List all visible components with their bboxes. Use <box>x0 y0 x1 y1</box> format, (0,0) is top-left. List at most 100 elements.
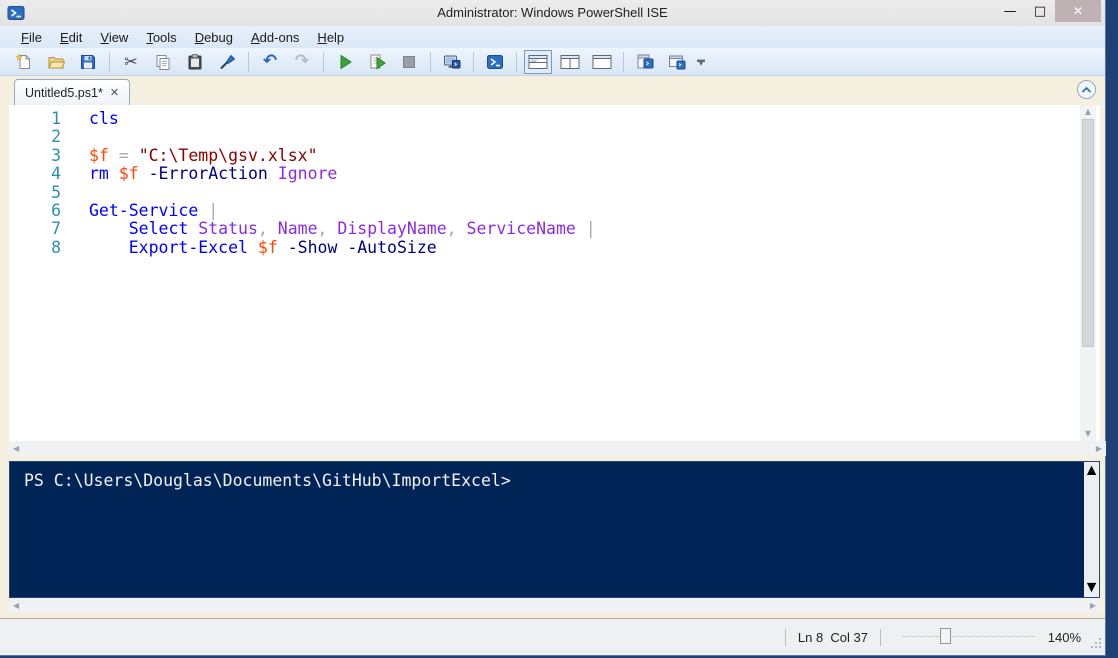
new-powershell-tab-button[interactable] <box>631 50 659 74</box>
line-number: 6 <box>9 202 61 220</box>
powershell-ise-window: Administrator: Windows PowerShell ISE — … <box>0 0 1106 656</box>
clear-console-icon <box>218 53 236 71</box>
stop-operation-button[interactable] <box>395 50 423 74</box>
line-number: 2 <box>9 128 61 146</box>
zoom-level-label: 140% <box>1045 630 1081 645</box>
menu-edit[interactable]: Edit <box>51 28 91 47</box>
toolbar-options-overflow[interactable]: ▬▾ <box>697 58 705 66</box>
toolbar-separator <box>248 52 249 72</box>
console-prompt[interactable]: PS C:\Users\Douglas\Documents\GitHub\Imp… <box>10 462 1099 490</box>
code-line[interactable]: 7 Select Status, Name, DisplayName, Serv… <box>9 220 1100 238</box>
editor-vertical-scrollbar[interactable]: ▲ ▼ <box>1080 105 1096 441</box>
start-powershell-exe-button[interactable] <box>481 50 509 74</box>
code-line[interactable]: 1cls <box>9 110 1100 128</box>
resize-grip-icon[interactable] <box>1090 637 1102 652</box>
code-text: Export-Excel $f -Show -AutoSize <box>89 239 437 257</box>
redo-button[interactable]: ↷ <box>288 50 316 74</box>
show-script-pane-right-button[interactable] <box>556 50 584 74</box>
cut-button[interactable]: ✂ <box>117 50 145 74</box>
title-bar[interactable]: Administrator: Windows PowerShell ISE — … <box>0 0 1105 27</box>
editor-scrollbar-thumb[interactable] <box>1082 119 1094 347</box>
code-line[interactable]: 3 $f = "C:\Temp\gsv.xlsx" <box>9 147 1100 165</box>
collapse-script-pane-button[interactable] <box>1077 80 1096 99</box>
show-command-window-button[interactable] <box>663 50 691 74</box>
console-vertical-scrollbar[interactable]: ▲ ▼ <box>1084 462 1099 597</box>
menu-bar: File Edit View Tools Debug Add-ons Help <box>0 26 1105 48</box>
line-number: 1 <box>9 110 61 128</box>
scroll-down-icon[interactable]: ▼ <box>1085 427 1091 441</box>
zoom-slider-thumb[interactable] <box>940 628 951 644</box>
run-script-button[interactable] <box>331 50 359 74</box>
menu-add-ons[interactable]: Add-ons <box>242 28 308 47</box>
code-line[interactable]: 2 <box>9 128 1100 146</box>
editor-code: 1cls23 $f = "C:\Temp\gsv.xlsx"4rm $f -Err… <box>9 110 1100 257</box>
line-number: 8 <box>9 239 61 257</box>
run-selection-button[interactable] <box>363 50 391 74</box>
script-pane-maximized-icon <box>591 53 613 71</box>
zoom-slider-track[interactable] <box>903 636 1035 637</box>
code-text: $f = "C:\Temp\gsv.xlsx" <box>89 147 318 165</box>
redo-icon: ↷ <box>295 53 309 70</box>
remote-computer-icon <box>443 53 461 71</box>
toolbar: ✂ ↶ ↷ <box>0 48 1105 76</box>
close-button[interactable]: ✕ <box>1055 0 1101 22</box>
code-text: Get-Service | <box>89 202 218 220</box>
new-powershell-tab-icon <box>636 53 654 71</box>
menu-debug[interactable]: Debug <box>186 28 242 47</box>
copy-button[interactable] <box>149 50 177 74</box>
scroll-left-icon[interactable]: ◀ <box>13 599 19 613</box>
clear-console-pane-button[interactable] <box>213 50 241 74</box>
maximize-button[interactable]: □ <box>1025 0 1055 22</box>
console-pane[interactable]: PS C:\Users\Douglas\Documents\GitHub\Imp… <box>9 461 1100 598</box>
show-script-pane-maximized-button[interactable] <box>588 50 616 74</box>
scroll-down-icon[interactable]: ▼ <box>1084 579 1100 597</box>
line-number: 7 <box>9 220 61 238</box>
scroll-right-icon[interactable]: ▶ <box>1090 599 1096 613</box>
code-line[interactable]: 6 Get-Service | <box>9 202 1100 220</box>
copy-icon <box>154 53 172 71</box>
show-command-window-icon <box>668 53 686 71</box>
scroll-up-icon[interactable]: ▲ <box>1085 105 1091 119</box>
new-remote-powershell-tab-button[interactable] <box>438 50 466 74</box>
toolbar-separator <box>473 52 474 72</box>
open-script-button[interactable] <box>42 50 70 74</box>
line-number: 5 <box>9 184 61 202</box>
menu-file[interactable]: File <box>12 28 51 47</box>
code-line[interactable]: 4rm $f -ErrorAction Ignore <box>9 165 1100 183</box>
menu-help[interactable]: Help <box>308 28 353 47</box>
save-script-button[interactable] <box>74 50 102 74</box>
editor-horizontal-scrollbar[interactable]: ◀ ▶ <box>9 441 1106 456</box>
script-editor[interactable]: 1cls23 $f = "C:\Temp\gsv.xlsx"4rm $f -Err… <box>9 105 1100 441</box>
new-script-button[interactable] <box>10 50 38 74</box>
scissors-icon: ✂ <box>124 54 137 70</box>
run-script-icon <box>336 53 354 71</box>
tab-close-icon[interactable]: ✕ <box>110 86 119 99</box>
show-script-pane-top-button[interactable] <box>524 50 552 74</box>
scroll-up-icon[interactable]: ▲ <box>1084 462 1100 480</box>
tab-untitled5[interactable]: Untitled5.ps1* ✕ <box>14 79 130 105</box>
code-line[interactable]: 5 <box>9 184 1100 202</box>
menu-tools[interactable]: Tools <box>137 28 185 47</box>
powershell-icon <box>486 53 504 71</box>
status-bar: Ln 8 Col 37 140% <box>0 618 1105 655</box>
toolbar-separator <box>430 52 431 72</box>
line-number: 3 <box>9 147 61 165</box>
minimize-button[interactable]: — <box>995 0 1025 22</box>
open-folder-icon <box>47 53 65 71</box>
undo-button[interactable]: ↶ <box>256 50 284 74</box>
toolbar-separator <box>516 52 517 72</box>
window-title: Administrator: Windows PowerShell ISE <box>0 0 1105 26</box>
status-separator <box>880 629 881 646</box>
tab-label: Untitled5.ps1* <box>25 86 103 100</box>
zoom-slider[interactable] <box>903 628 1035 646</box>
undo-icon: ↶ <box>263 53 277 70</box>
script-pane-right-icon <box>559 53 581 71</box>
scroll-left-icon[interactable]: ◀ <box>13 442 19 456</box>
code-line[interactable]: 8 Export-Excel $f -Show -AutoSize <box>9 239 1100 257</box>
clipboard-icon <box>186 53 204 71</box>
console-horizontal-scrollbar[interactable]: ◀ ▶ <box>9 598 1100 613</box>
scroll-right-icon[interactable]: ▶ <box>1096 442 1102 456</box>
paste-button[interactable] <box>181 50 209 74</box>
code-text: Select Status, Name, DisplayName, Servic… <box>89 220 596 238</box>
menu-view[interactable]: View <box>91 28 137 47</box>
